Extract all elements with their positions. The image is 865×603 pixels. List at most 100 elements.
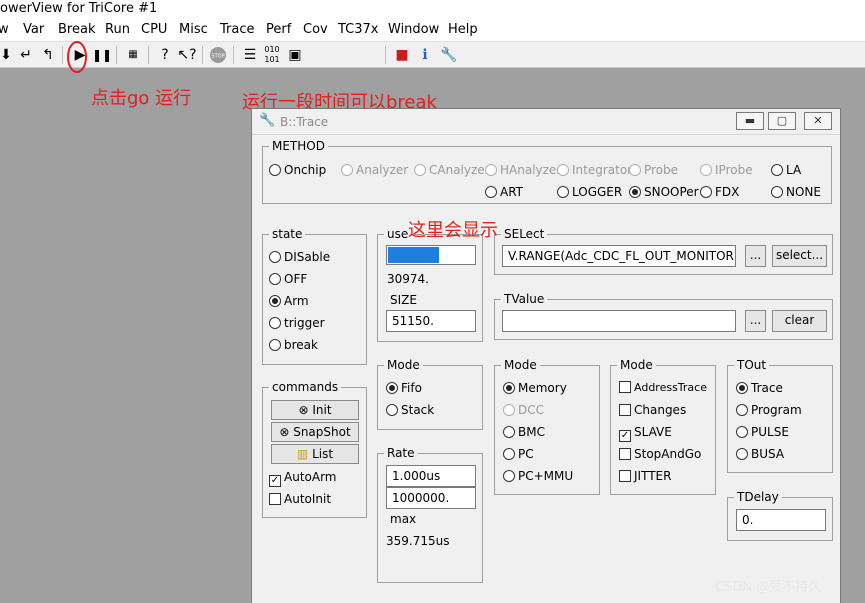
watermark: CSDN @爱不持久 [715,580,822,595]
state-trigger-radio[interactable]: trigger [269,315,325,331]
tout-busa-radio[interactable]: BUSA [736,446,784,462]
mode-dcc-radio[interactable]: DCC [503,402,544,418]
menu-run[interactable]: Run [105,22,130,37]
method-none-radio[interactable]: NONE [771,184,821,200]
autoinit-checkbox[interactable]: AutoInit [269,491,331,507]
mode-pc-mmu-radio[interactable]: PC+MMU [503,468,573,484]
method-la-radio[interactable]: LA [771,162,801,178]
rate-label: Rate [384,445,418,461]
stop-icon[interactable]: STOP [208,45,228,65]
commands-group: commands ⊗ Init ⊗ SnapShot ▥ List ✓ AutoA… [262,379,367,518]
svg-text:STOP: STOP [211,54,224,60]
state-break-radio[interactable]: break [269,337,318,353]
context-help-icon[interactable]: ↖? [177,45,197,65]
toolbar: ⬇ ↵ ↰ ▶ ❚❚ ▦ ? ↖? STOP ☰ 010 101 ▣ ■ ℹ 🔧 [0,42,865,68]
addresstrace-checkbox[interactable]: AddressTrace [619,380,707,396]
tout-program-radio[interactable]: Program [736,402,802,418]
tout-trace-radio[interactable]: Trace [736,380,783,396]
memory-dump-icon[interactable]: 010 101 [262,45,282,65]
init-button[interactable]: ⊗ Init [271,400,359,420]
select-browse-button[interactable]: ... [745,245,766,267]
option-mode-label: Mode [617,357,656,373]
tvalue-group: TValue ... clear [494,291,833,340]
buffer-mode-label: Mode [384,357,423,373]
select-button[interactable]: select... [772,245,827,267]
method-fdx-radio[interactable]: FDX [700,184,739,200]
rate-max-value: 359.715us [386,534,450,548]
tvalue-browse-button[interactable]: ... [745,310,766,332]
method-group: METHOD Onchip Analyzer CAnalyzer HAnalyz… [262,138,832,204]
menu-help[interactable]: Help [448,22,478,37]
method-canalyzer-radio[interactable]: CAnalyzer [414,162,490,178]
break-icon[interactable]: ❚❚ [92,45,112,65]
used-value: 30974. [387,272,429,286]
tvalue-field[interactable] [502,310,736,332]
mode-memory-radio[interactable]: Memory [503,380,567,396]
menu-break[interactable]: Break [58,22,95,37]
menu-bar: w Var Break Run CPU Misc Trace Perf Cov … [0,20,865,42]
close-button[interactable]: ✕ [804,112,832,130]
select-label: SELect [501,226,548,242]
buffer-mode-group: Mode Fifo Stack [377,357,483,430]
menu-trace[interactable]: Trace [220,22,255,37]
state-disable-radio[interactable]: DISable [269,249,330,265]
tout-group: TOut Trace Program PULSE BUSA [727,357,833,473]
jitter-checkbox[interactable]: JITTER [619,468,671,484]
tout-pulse-radio[interactable]: PULSE [736,424,789,440]
rate-field[interactable]: 1.000us [386,465,476,487]
step-return-icon[interactable]: ↰ [38,45,58,65]
menu-misc[interactable]: Misc [179,22,208,37]
tdelay-field[interactable]: 0. [736,509,826,531]
mode-fifo-radio[interactable]: Fifo [386,380,422,396]
snapshot-button[interactable]: ⊗ SnapShot [271,422,359,442]
method-logger-radio[interactable]: LOGGER [557,184,622,200]
app-title: owerView for TriCore #1 [0,0,865,20]
method-probe-radio[interactable]: Probe [629,162,678,178]
menu-cpu[interactable]: CPU [141,22,167,37]
list-icon[interactable]: ☰ [240,45,260,65]
menu-view[interactable]: w [0,22,9,37]
method-analyzer-radio[interactable]: Analyzer [341,162,408,178]
register-icon[interactable]: ▦ [123,45,143,65]
state-off-radio[interactable]: OFF [269,271,307,287]
method-onchip-radio[interactable]: Onchip [269,162,326,178]
size-field[interactable]: 51150. [386,310,476,332]
list-button[interactable]: ▥ List [271,444,359,464]
menu-var[interactable]: Var [23,22,44,37]
go-hint-annotation: 点击go 运行 [91,88,192,109]
settings-icon[interactable]: 🔧 [439,45,459,65]
step-over-icon[interactable]: ↵ [16,45,36,65]
trace-window-titlebar[interactable]: 🔧 B::Trace ▬ ▢ ✕ [252,109,840,135]
select-field[interactable]: V.RANGE(Adc_CDC_FL_OUT_MONITOR [502,245,736,267]
chip-icon[interactable]: ▣ [285,45,305,65]
rate-count-field[interactable]: 1000000. [386,487,476,509]
method-hanalyzer-radio[interactable]: HAnalyzer [485,162,561,178]
step-down-icon[interactable]: ⬇ [0,45,16,65]
go-highlight-mark [67,41,87,73]
method-snooper-radio[interactable]: SNOOPer [629,184,699,200]
mode-stack-radio[interactable]: Stack [386,402,434,418]
trace-window: 🔧 B::Trace ▬ ▢ ✕ METHOD Onchip Analyzer … [251,108,841,603]
trace-config-icon[interactable]: ■ [392,45,412,65]
minimize-button[interactable]: ▬ [736,112,764,130]
menu-window[interactable]: Window [388,22,439,37]
info-icon[interactable]: ℹ [415,45,435,65]
help-icon[interactable]: ? [155,45,175,65]
menu-cov[interactable]: Cov [303,22,328,37]
trace-mode-label: Mode [501,357,540,373]
method-art-radio[interactable]: ART [485,184,523,200]
mode-bmc-radio[interactable]: BMC [503,424,545,440]
autoarm-checkbox[interactable]: ✓ AutoArm [269,469,336,487]
state-arm-radio[interactable]: Arm [269,293,309,309]
changes-checkbox[interactable]: Changes [619,402,686,418]
mode-pc-radio[interactable]: PC [503,446,534,462]
menu-perf[interactable]: Perf [266,22,291,37]
method-label: METHOD [269,138,328,154]
stopandgo-checkbox[interactable]: StopAndGo [619,446,701,462]
method-iprobe-radio[interactable]: IProbe [700,162,753,178]
slave-checkbox[interactable]: ✓ SLAVE [619,424,672,442]
menu-tc37x[interactable]: TC37x [338,22,379,37]
restore-button[interactable]: ▢ [768,112,796,130]
method-integrator-radio[interactable]: Integrator [557,162,632,178]
clear-button[interactable]: clear [772,310,827,332]
